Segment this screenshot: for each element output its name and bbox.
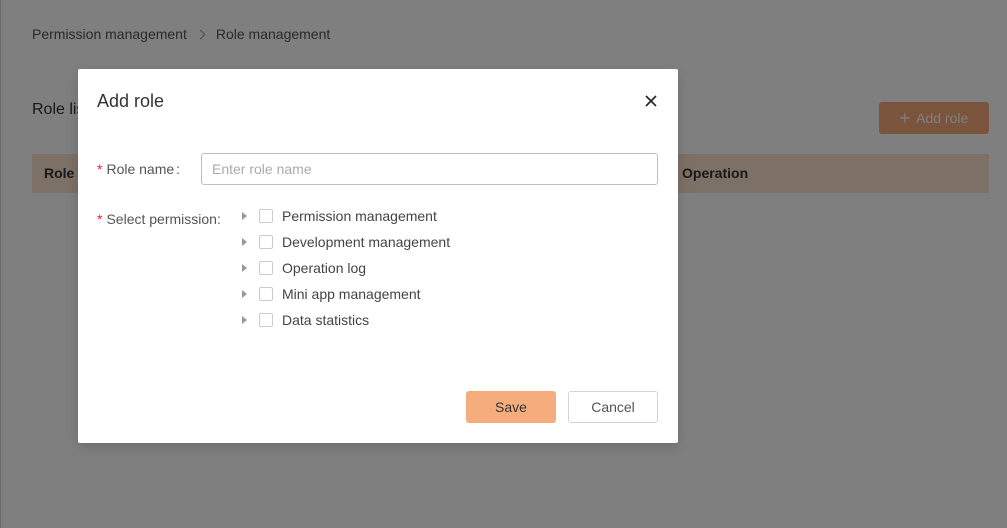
tree-node-data-statistics: Data statistics xyxy=(240,307,450,333)
tree-node-label[interactable]: Data statistics xyxy=(282,312,369,328)
cancel-button[interactable]: Cancel xyxy=(568,391,658,423)
close-icon xyxy=(645,95,657,107)
checkbox-mini-app-management[interactable] xyxy=(259,287,273,301)
dialog-title: Add role xyxy=(97,91,165,111)
role-name-input[interactable] xyxy=(201,153,658,185)
tree-node-permission-management: Permission management xyxy=(240,203,450,229)
permission-tree: Permission management Development manage… xyxy=(240,203,450,333)
caret-right-icon[interactable] xyxy=(240,211,250,221)
checkbox-data-statistics[interactable] xyxy=(259,313,273,327)
role-name-label: * Role name: xyxy=(97,161,181,177)
tree-node-label[interactable]: Mini app management xyxy=(282,286,421,302)
save-button[interactable]: Save xyxy=(466,391,556,423)
add-role-dialog: Add role *Role name: *Select permission:… xyxy=(78,69,678,443)
caret-right-icon[interactable] xyxy=(240,315,250,325)
tree-node-operation-log: Operation log xyxy=(240,255,450,281)
caret-right-icon[interactable] xyxy=(240,237,250,247)
tree-node-development-management: Development management xyxy=(240,229,450,255)
checkbox-development-management[interactable] xyxy=(259,235,273,249)
checkbox-permission-management[interactable] xyxy=(259,209,273,223)
tree-node-label[interactable]: Operation log xyxy=(282,260,366,276)
tree-node-mini-app-management: Mini app management xyxy=(240,281,450,307)
checkbox-operation-log[interactable] xyxy=(259,261,273,275)
required-marker: * xyxy=(97,161,103,177)
tree-node-label[interactable]: Development management xyxy=(282,234,450,250)
caret-right-icon[interactable] xyxy=(240,263,250,273)
select-permission-label: * Select permission: xyxy=(97,211,221,227)
caret-right-icon[interactable] xyxy=(240,289,250,299)
close-button[interactable] xyxy=(641,91,661,111)
required-marker: * xyxy=(97,211,103,227)
tree-node-label[interactable]: Permission management xyxy=(282,208,437,224)
